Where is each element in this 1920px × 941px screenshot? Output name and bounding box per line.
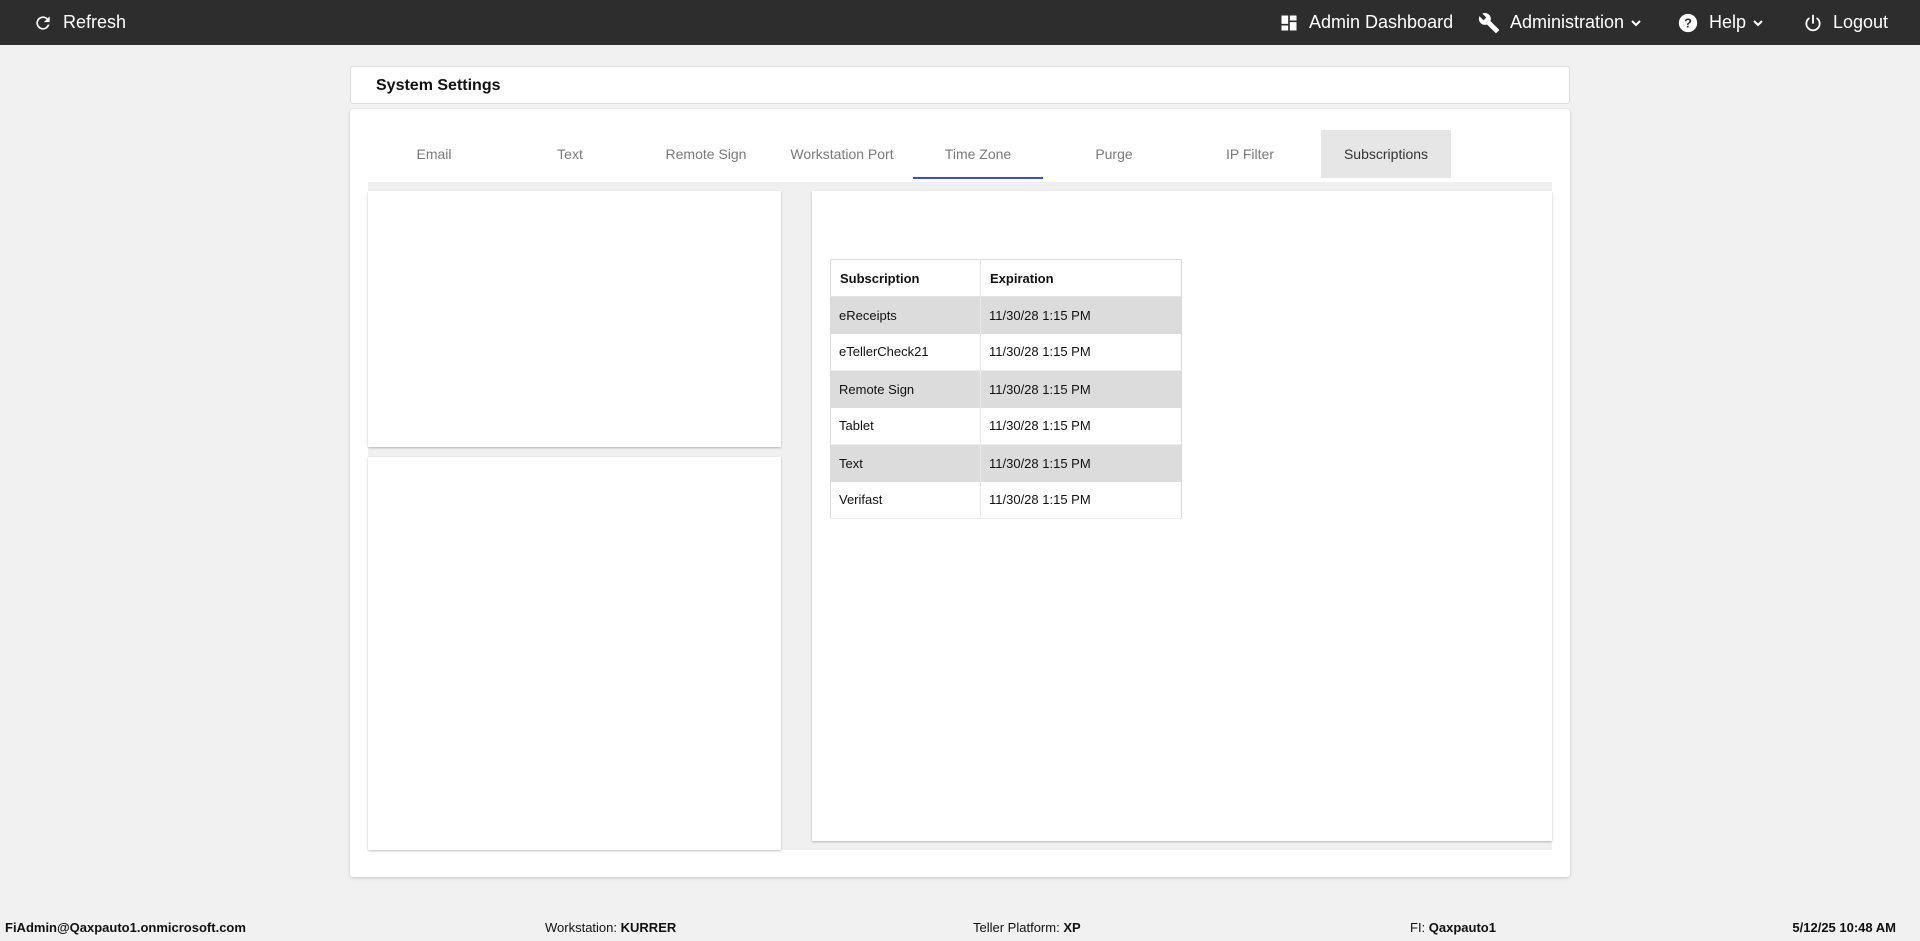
workstation-label: Workstation:	[545, 920, 618, 935]
top-navigation-bar: Refresh Admin Dashboard Administration ?…	[0, 0, 1920, 45]
tab-remote-sign[interactable]: Remote Sign	[641, 130, 771, 178]
help-icon: ?	[1677, 12, 1699, 34]
fi-value: Qaxpauto1	[1428, 920, 1496, 935]
teller-platform-info: Teller Platform: XP	[973, 920, 1081, 935]
tab-content-area: Subscription Expiration eReceipts 11/30/…	[368, 182, 1552, 850]
refresh-label: Refresh	[63, 12, 127, 32]
status-bar: FiAdmin@Qaxpauto1.onmicrosoft.com Workst…	[0, 915, 1920, 941]
tab-workstation-port[interactable]: Workstation Port	[777, 130, 907, 178]
dashboard-icon	[1279, 13, 1299, 33]
teller-platform-value: XP	[1063, 920, 1081, 935]
admin-dashboard-button[interactable]: Admin Dashboard	[1279, 0, 1453, 45]
table-row[interactable]: Tablet 11/30/28 1:15 PM	[830, 407, 1182, 445]
refresh-button[interactable]: Refresh	[33, 0, 126, 45]
workstation-info: Workstation: KURRER	[545, 920, 676, 935]
table-row[interactable]: Text 11/30/28 1:15 PM	[830, 444, 1182, 482]
help-menu[interactable]: ? Help	[1677, 0, 1764, 45]
page-header: System Settings	[350, 66, 1570, 104]
logout-label: Logout	[1833, 12, 1889, 32]
svg-text:?: ?	[1684, 15, 1692, 30]
administration-label: Administration	[1510, 12, 1625, 32]
subscriptions-panel: Subscription Expiration eReceipts 11/30/…	[812, 191, 1552, 841]
administration-menu[interactable]: Administration	[1478, 0, 1642, 45]
fi-label: FI:	[1410, 920, 1426, 935]
refresh-icon	[33, 13, 53, 33]
settings-card: Email Text Remote Sign Workstation Port …	[350, 109, 1570, 877]
tab-ip-filter[interactable]: IP Filter	[1185, 130, 1315, 178]
subscription-expiration: 11/30/28 1:15 PM	[980, 370, 1182, 408]
chevron-down-icon	[1630, 17, 1642, 29]
left-panel-bottom	[368, 457, 781, 850]
teller-platform-label: Teller Platform:	[973, 920, 1060, 935]
column-header-expiration[interactable]: Expiration	[980, 259, 1182, 297]
admin-dashboard-label: Admin Dashboard	[1309, 12, 1454, 32]
subscription-name: eReceipts	[830, 296, 981, 334]
subscriptions-table: Subscription Expiration eReceipts 11/30/…	[830, 259, 1182, 519]
page-title: System Settings	[376, 77, 501, 94]
subscription-name: Text	[830, 444, 981, 482]
table-row[interactable]: eReceipts 11/30/28 1:15 PM	[830, 296, 1182, 334]
subscription-name: eTellerCheck21	[830, 333, 981, 371]
help-label: Help	[1709, 12, 1747, 32]
tab-time-zone[interactable]: Time Zone	[913, 130, 1043, 179]
subscription-name: Tablet	[830, 407, 981, 445]
subscription-expiration: 11/30/28 1:15 PM	[980, 296, 1182, 334]
subscription-expiration: 11/30/28 1:15 PM	[980, 481, 1182, 519]
table-header-row: Subscription Expiration	[830, 259, 1182, 297]
subscription-name: Verifast	[830, 481, 981, 519]
current-datetime: 5/12/25 10:48 AM	[1792, 920, 1896, 935]
workstation-value: KURRER	[620, 920, 677, 935]
subscription-name: Remote Sign	[830, 370, 981, 408]
subscription-expiration: 11/30/28 1:15 PM	[980, 444, 1182, 482]
table-row[interactable]: Verifast 11/30/28 1:15 PM	[830, 481, 1182, 519]
tab-subscriptions[interactable]: Subscriptions	[1321, 130, 1451, 178]
fi-info: FI: Qaxpauto1	[1410, 920, 1496, 935]
wrench-icon	[1478, 12, 1500, 34]
chevron-down-icon	[1752, 17, 1764, 29]
column-header-subscription[interactable]: Subscription	[830, 259, 981, 297]
left-panel-top	[368, 191, 781, 447]
tab-purge[interactable]: Purge	[1049, 130, 1179, 178]
tab-email[interactable]: Email	[369, 130, 499, 178]
tab-text[interactable]: Text	[505, 130, 635, 178]
table-row[interactable]: eTellerCheck21 11/30/28 1:15 PM	[830, 333, 1182, 371]
table-row[interactable]: Remote Sign 11/30/28 1:15 PM	[830, 370, 1182, 408]
current-user: FiAdmin@Qaxpauto1.onmicrosoft.com	[5, 920, 246, 935]
subscription-expiration: 11/30/28 1:15 PM	[980, 333, 1182, 371]
subscription-expiration: 11/30/28 1:15 PM	[980, 407, 1182, 445]
logout-button[interactable]: Logout	[1803, 0, 1888, 45]
power-icon	[1803, 13, 1823, 33]
